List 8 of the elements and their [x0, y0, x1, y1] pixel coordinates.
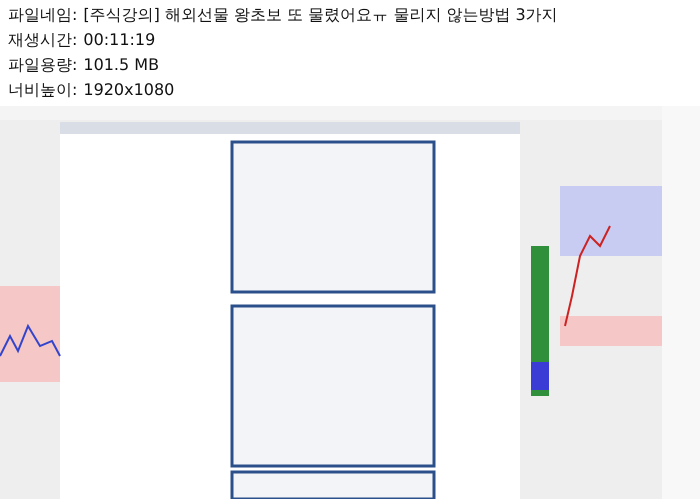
info-label: 너비높이:	[8, 79, 78, 101]
info-value: 101.5 MB	[83, 54, 160, 76]
info-value: 1920x1080	[83, 79, 174, 101]
info-label: 파일네임:	[8, 4, 78, 26]
info-value: 00:11:19	[83, 29, 156, 51]
info-label: 파일용량:	[8, 54, 78, 76]
info-value: [주식강의] 해외선물 왕초보 또 물렸어요ㅠ 물리지 않는방법 3가지	[83, 4, 558, 26]
info-label: 재생시간:	[8, 29, 78, 51]
